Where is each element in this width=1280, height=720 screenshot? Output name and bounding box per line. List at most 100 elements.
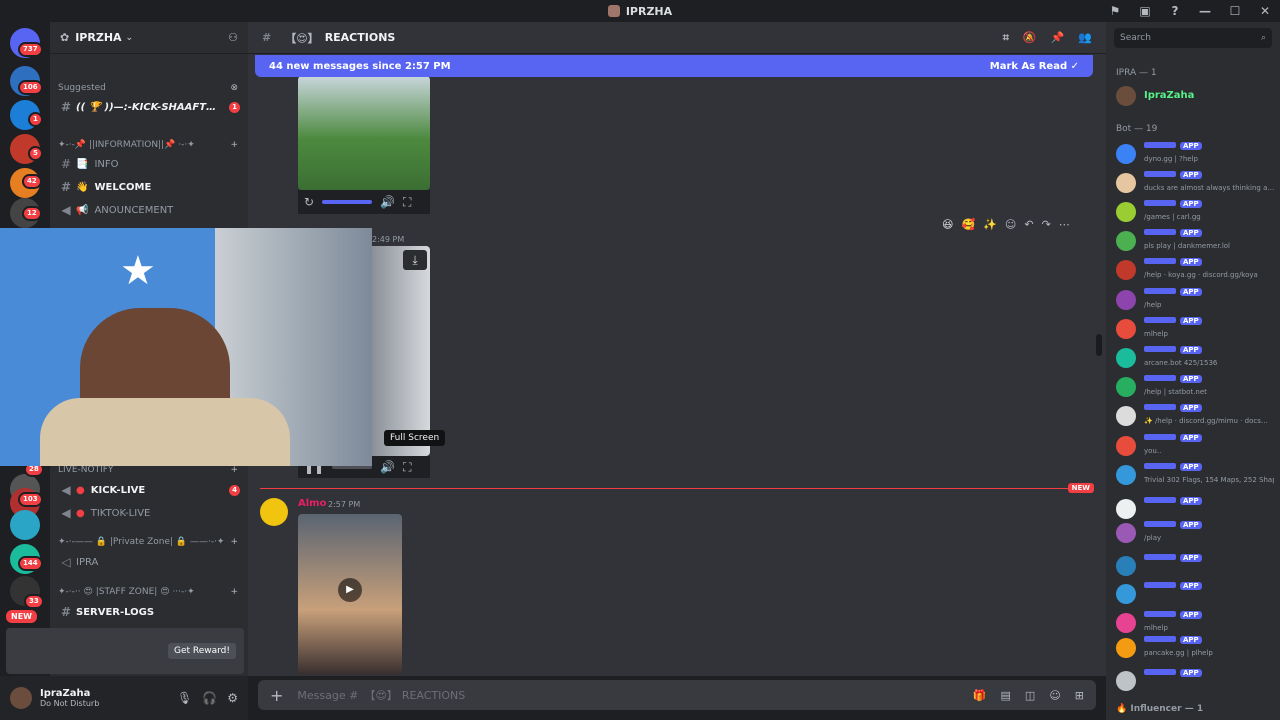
fullscreen-icon[interactable]: ⛶ <box>403 195 411 210</box>
apps-icon[interactable]: ⊞ <box>1075 689 1084 702</box>
gif-icon[interactable]: ▤ <box>1001 689 1011 702</box>
server-header[interactable]: ✿ IPRZHA ⌄ ⚇ <box>50 22 248 54</box>
avatar[interactable] <box>260 498 288 526</box>
mute-icon[interactable]: 🔕 <box>1023 31 1037 45</box>
category-information[interactable]: ✦-·-📌 ||INFORMATION||📌 ·-·✦ + <box>58 137 238 153</box>
new-messages-bar[interactable]: 44 new messages since 2:57 PM Mark As Re… <box>255 55 1093 77</box>
headphones-icon[interactable]: 🎧 <box>202 691 217 705</box>
add-reaction-icon[interactable]: ☺ <box>1005 218 1016 231</box>
bot-member[interactable]: APP you.. <box>1116 434 1276 462</box>
bot-member[interactable]: APP ducks are almost always thinking a… <box>1116 171 1276 199</box>
members-icon[interactable]: 👥 <box>1078 31 1092 45</box>
play-icon[interactable]: ▶ <box>338 578 362 602</box>
message-composer[interactable]: + Message # 【😍】 REACTIONS 🎁 ▤ ◫ ☺ ⊞ <box>258 680 1096 710</box>
avatar[interactable] <box>1116 260 1136 280</box>
bot-member[interactable]: APP pancake.gg | plhelp <box>1116 636 1276 664</box>
get-reward-button[interactable]: Get Reward! <box>167 643 236 659</box>
more-icon[interactable]: ⋯ <box>1059 218 1070 231</box>
add-channel-icon[interactable]: + <box>230 140 238 150</box>
help-icon[interactable]: ? <box>1160 4 1190 18</box>
avatar[interactable] <box>1116 173 1136 193</box>
bot-member[interactable]: APP ✨ /help · discord.gg/mimu · docs… <box>1116 404 1276 432</box>
gear-icon[interactable]: ⚙ <box>227 691 238 705</box>
bot-member[interactable]: APP dyno.gg | ?help <box>1116 142 1276 170</box>
video-attachment[interactable] <box>372 246 430 456</box>
avatar[interactable] <box>1116 231 1136 251</box>
bot-member[interactable]: APP <box>1116 582 1276 610</box>
avatar[interactable] <box>1116 348 1136 368</box>
channel-tiktok-live[interactable]: ◀ ● TIKTOK-LIVE <box>56 503 240 523</box>
category-private-zone[interactable]: ✦-·-—— 🔒 |Private Zone| 🔒 ——·-·✦ + <box>58 534 238 550</box>
channel-server-logs[interactable]: # SERVER-LOGS <box>56 602 240 622</box>
avatar[interactable] <box>1116 671 1136 691</box>
bot-member[interactable]: APP mlhelp <box>1116 317 1276 345</box>
volume-icon[interactable]: 🔊 <box>380 460 395 474</box>
suggested-channel[interactable]: # (( 🏆 ))—:-KICK-SHAAFT… 1 <box>56 97 240 117</box>
category-staff-zone[interactable]: ✦-·-·· 😍 |STAFF ZONE| 😍 ···-·✦ + <box>58 584 238 600</box>
close-icon[interactable]: ⊗ <box>230 83 238 93</box>
volume-icon[interactable]: 🔊 <box>380 195 395 209</box>
avatar[interactable] <box>1116 86 1136 106</box>
reply-icon[interactable]: ↶ <box>1024 218 1033 231</box>
search-input[interactable]: Search ⌕ <box>1114 28 1272 48</box>
channel-welcome[interactable]: # 👋 WELCOME <box>56 177 240 197</box>
bot-member[interactable]: APP/help <box>1116 288 1276 316</box>
avatar[interactable] <box>1116 584 1136 604</box>
channel-ipra-voice[interactable]: ◁ IPRA <box>56 552 240 572</box>
avatar[interactable] <box>1116 638 1136 658</box>
channel-announcement[interactable]: ◀ 📢 ANOUNCEMENT <box>56 200 240 220</box>
reaction-icon[interactable]: 🥰 <box>961 218 975 231</box>
gift-icon[interactable]: 🎁 <box>973 689 987 702</box>
sticker-icon[interactable]: ◫ <box>1025 689 1035 702</box>
bot-member[interactable]: APP/help | statbot.net <box>1116 375 1276 403</box>
bot-member[interactable]: APP <box>1116 669 1276 697</box>
inbox-icon[interactable]: ⚑ <box>1100 4 1130 18</box>
download-icon[interactable]: ⤓ <box>403 250 427 270</box>
close-button[interactable]: ✕ <box>1250 4 1280 18</box>
bot-member[interactable]: APP pls play | dankmemer.lol <box>1116 229 1276 257</box>
avatar[interactable] <box>1116 499 1136 519</box>
bot-member[interactable]: APP arcane.bot 425/1536 <box>1116 346 1276 374</box>
bot-member[interactable]: APP Trivial 302 Flags, 154 Maps, 252 Shap… <box>1116 463 1276 491</box>
avatar[interactable] <box>10 687 32 709</box>
reaction-icon[interactable]: 😆 <box>942 218 953 231</box>
forward-icon[interactable]: ↷ <box>1042 218 1051 231</box>
video-attachment[interactable]: ▶ <box>298 514 402 674</box>
bot-member[interactable]: APP/help · koya.gg · discord.gg/koya <box>1116 258 1276 286</box>
message-author[interactable]: Almo <box>298 498 326 509</box>
avatar[interactable] <box>1116 319 1136 339</box>
avatar[interactable] <box>1116 523 1136 543</box>
screen-share-icon[interactable]: ▣ <box>1130 4 1160 18</box>
add-attachment-icon[interactable]: + <box>270 686 283 705</box>
video-attachment[interactable] <box>298 76 430 190</box>
avatar[interactable] <box>1116 465 1136 485</box>
emoji-icon[interactable]: ☺ <box>1049 689 1060 702</box>
microphone-icon[interactable]: 🎙 <box>177 691 192 705</box>
bot-member[interactable]: APP <box>1116 554 1276 582</box>
progress-bar[interactable] <box>322 200 373 204</box>
invite-icon[interactable]: ⚇ <box>228 31 238 44</box>
avatar[interactable] <box>1116 436 1136 456</box>
avatar[interactable] <box>1116 377 1136 397</box>
member-name[interactable]: IpraZaha <box>1144 90 1194 101</box>
bot-member[interactable]: APP/play <box>1116 521 1276 549</box>
channel-kick-live[interactable]: ◀ ● KICK-LIVE 4 <box>56 480 240 500</box>
add-channel-icon[interactable]: + <box>230 465 238 475</box>
add-channel-icon[interactable]: + <box>230 537 238 547</box>
avatar[interactable] <box>1116 202 1136 222</box>
threads-icon[interactable]: ⌗ <box>1003 31 1009 45</box>
sparkle-icon[interactable]: ✨ <box>983 218 997 231</box>
fullscreen-icon[interactable]: ⛶ <box>403 460 411 475</box>
pin-icon[interactable]: 📌 <box>1051 31 1065 45</box>
avatar[interactable] <box>1116 406 1136 426</box>
replay-icon[interactable]: ↻ <box>304 195 314 209</box>
maximize-button[interactable]: ☐ <box>1220 4 1250 18</box>
add-channel-icon[interactable]: + <box>230 587 238 597</box>
mark-as-read-button[interactable]: Mark As Read ✓ <box>990 61 1079 72</box>
avatar[interactable] <box>1116 613 1136 633</box>
bot-member[interactable]: APP mlhelp <box>1116 611 1276 639</box>
scrollbar[interactable] <box>1096 334 1102 356</box>
minimize-button[interactable]: — <box>1190 4 1220 18</box>
avatar[interactable] <box>1116 290 1136 310</box>
bot-member[interactable]: APP/games | carl.gg <box>1116 200 1276 228</box>
